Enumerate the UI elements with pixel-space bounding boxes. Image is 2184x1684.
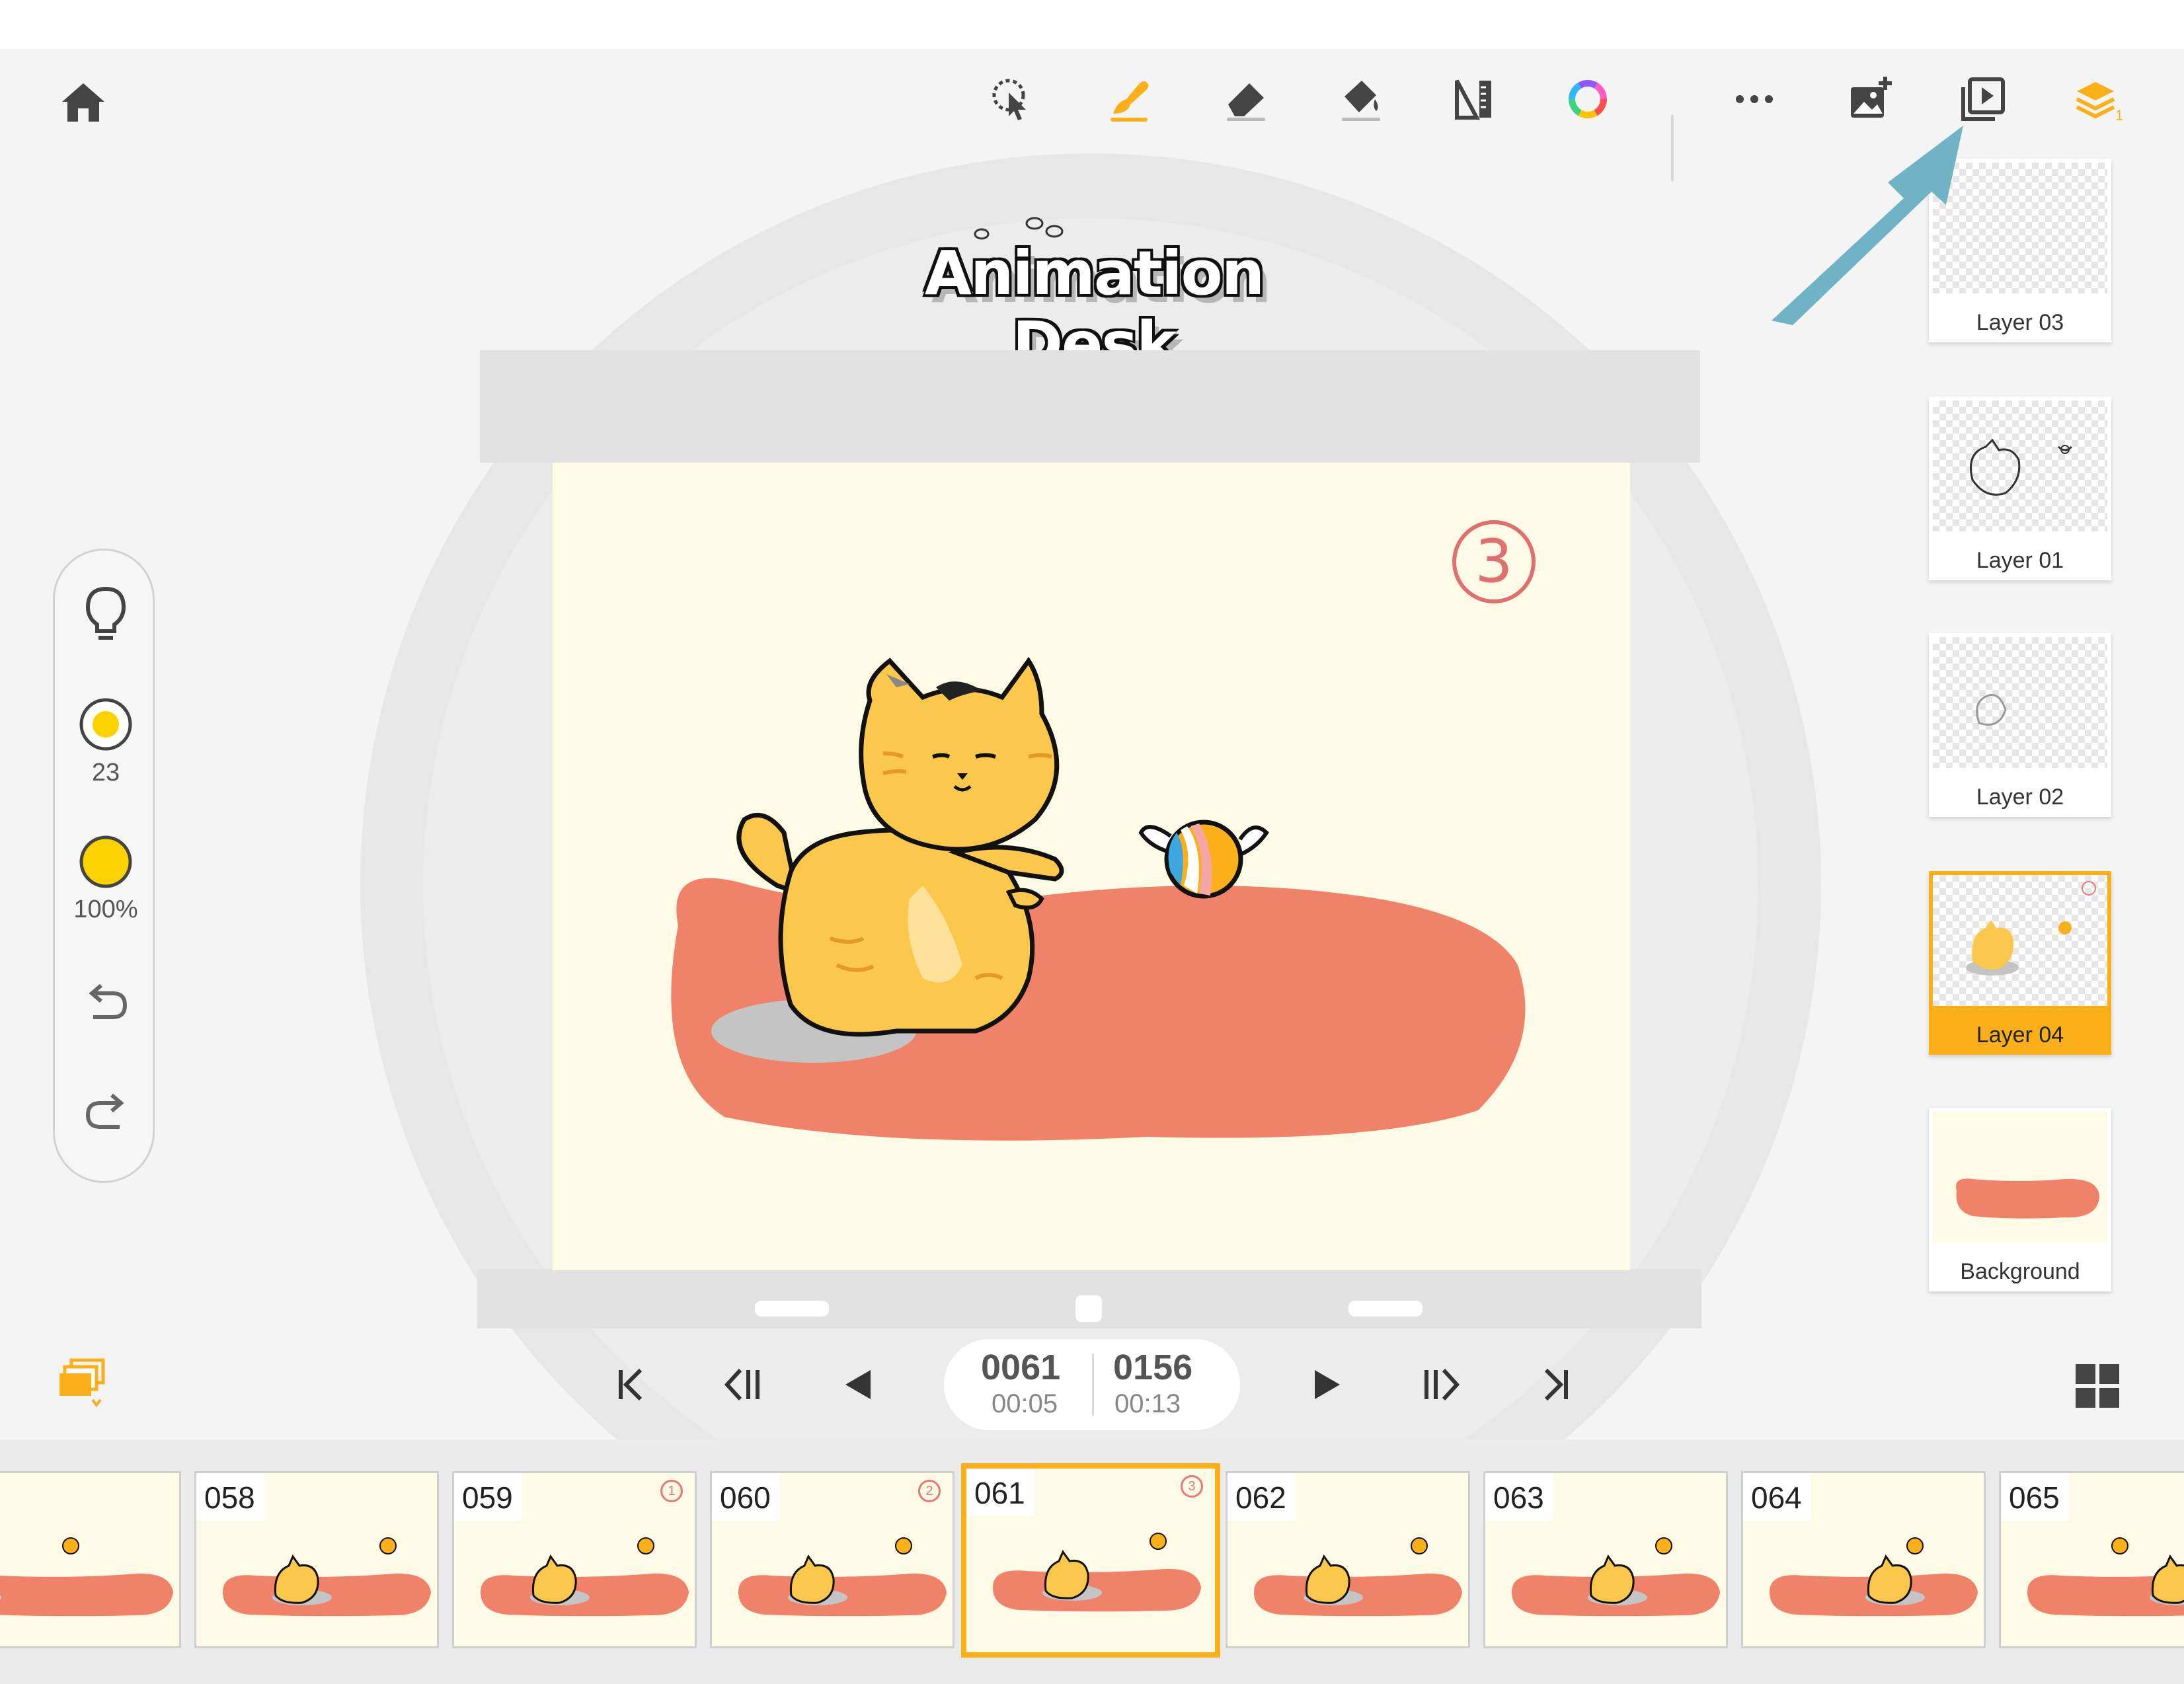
- first-frame-button[interactable]: [602, 1355, 661, 1414]
- brush-icon[interactable]: [1097, 66, 1163, 132]
- redo-icon[interactable]: [80, 1090, 133, 1136]
- layer-item-background[interactable]: Background: [1929, 1108, 2111, 1291]
- frame-number: 062: [1228, 1473, 1296, 1521]
- current-frame: 0061: [981, 1348, 1061, 1387]
- canvas-bottom-bar: [477, 1269, 1701, 1328]
- lasso-select-icon[interactable]: [978, 66, 1044, 132]
- lightbulb-icon[interactable]: [83, 585, 129, 644]
- frame-number: 065: [2001, 1473, 2069, 1521]
- opacity-indicator[interactable]: [79, 835, 133, 889]
- toolbar-divider: [1671, 115, 1674, 181]
- frame-mark-number: 3: [1475, 527, 1512, 596]
- frame-keymark: 2: [918, 1480, 941, 1502]
- color-wheel-icon[interactable]: [1555, 66, 1621, 132]
- drawing-canvas[interactable]: 3: [553, 463, 1630, 1270]
- frame-number: 061: [966, 1469, 1034, 1516]
- timeline-frame[interactable]: 059 1: [452, 1471, 697, 1648]
- timeline-frame[interactable]: 061 3: [961, 1463, 1220, 1658]
- layer-name: Background: [1960, 1259, 2080, 1284]
- next-frame-button[interactable]: [1297, 1355, 1356, 1414]
- last-frame-button[interactable]: [1526, 1355, 1585, 1414]
- frame-number: 064: [1743, 1473, 1811, 1521]
- next-keyframe-button[interactable]: [1409, 1355, 1469, 1414]
- ruler-icon[interactable]: [1441, 66, 1507, 132]
- undo-icon[interactable]: [80, 980, 133, 1026]
- layer-name: Layer 04: [1976, 1022, 2064, 1048]
- frame-number: 058: [196, 1473, 264, 1521]
- canvas-scrubber-center[interactable]: [1075, 1295, 1102, 1322]
- layers-count: 1: [2115, 107, 2123, 124]
- canvas-scrubber-right[interactable]: [1348, 1301, 1423, 1317]
- app-logo: Animation Desk: [853, 211, 1335, 379]
- grid-view-icon[interactable]: [2068, 1356, 2127, 1416]
- layer-item-layer-02[interactable]: Layer 02: [1929, 633, 2111, 817]
- layer-item-layer-04[interactable]: Layer 04: [1929, 871, 2111, 1055]
- current-time: 00:05: [992, 1389, 1058, 1418]
- prev-keyframe-button[interactable]: [715, 1355, 775, 1414]
- brush-size-indicator[interactable]: [79, 697, 133, 751]
- opacity-value: 100%: [73, 896, 138, 923]
- layer-item-layer-01[interactable]: Layer 01: [1929, 397, 2111, 580]
- layers-icon[interactable]: 1: [2065, 66, 2131, 132]
- timeline-frame[interactable]: 063: [1483, 1471, 1728, 1648]
- tool-pill: 23 100%: [53, 549, 155, 1183]
- timeline-frame[interactable]: [0, 1471, 181, 1648]
- layer-name: Layer 01: [1976, 548, 2064, 573]
- frames-menu-icon[interactable]: [58, 1356, 118, 1409]
- layer-thumbnail: [1933, 637, 2107, 768]
- total-frames: 0156: [1113, 1348, 1193, 1387]
- frame-counter: 0061 00:05 0156 00:13: [944, 1339, 1240, 1430]
- fill-bucket-icon[interactable]: [1329, 66, 1395, 132]
- layer-thumbnail: [1933, 1112, 2107, 1243]
- canvas-scrubber-left[interactable]: [755, 1301, 829, 1317]
- timeline-frame[interactable]: 064: [1741, 1471, 1986, 1648]
- tutorial-arrow: [1758, 119, 1976, 330]
- timeline-frame[interactable]: 062: [1226, 1471, 1470, 1648]
- frame-number: 059: [454, 1473, 522, 1521]
- timeline-frame[interactable]: 058: [194, 1471, 439, 1648]
- canvas-top-bar: [480, 350, 1700, 463]
- prev-frame-button[interactable]: [829, 1355, 888, 1414]
- layer-name: Layer 02: [1976, 785, 2064, 810]
- layer-thumbnail: [1933, 401, 2107, 531]
- layer-thumbnail: [1933, 875, 2107, 1006]
- status-bar: [0, 0, 2184, 49]
- frame-keymark: 1: [660, 1480, 683, 1502]
- total-time: 00:13: [1114, 1389, 1181, 1418]
- frame-keymark: 3: [1181, 1475, 1203, 1498]
- frame-number: 063: [1485, 1473, 1553, 1521]
- home-icon[interactable]: [50, 69, 116, 135]
- frame-number: 060: [712, 1473, 780, 1521]
- brush-size-value: 23: [91, 759, 120, 786]
- timeline-frame[interactable]: 060 2: [710, 1471, 955, 1648]
- counter-divider: [1092, 1354, 1094, 1416]
- eraser-icon[interactable]: [1214, 66, 1280, 132]
- timeline-frame[interactable]: 065: [1999, 1471, 2184, 1648]
